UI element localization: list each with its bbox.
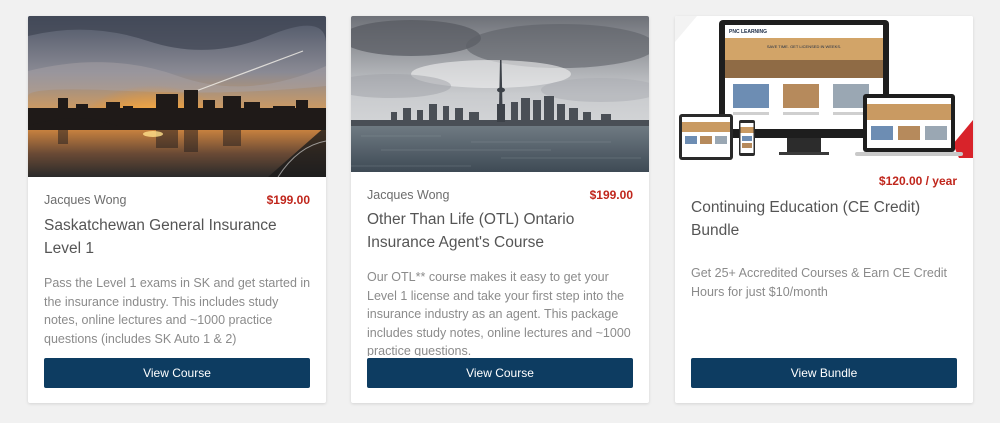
course-price: $199.00 [589, 188, 633, 202]
course-title[interactable]: Other Than Life (OTL) Ontario Insurance … [367, 208, 635, 254]
course-card-saskatchewan: Jacques Wong $199.00 Saskatchewan Genera… [28, 16, 326, 403]
course-card-otl-ontario: Jacques Wong $199.00 Other Than Life (OT… [351, 16, 649, 403]
view-bundle-button[interactable]: View Bundle [691, 358, 957, 388]
bundle-title[interactable]: Continuing Education (CE Credit) Bundle [691, 196, 959, 242]
course-image-saskatoon[interactable] [28, 16, 326, 177]
course-title[interactable]: Saskatchewan General Insurance Level 1 [44, 214, 312, 260]
bundle-price: $120.00 / year [878, 174, 957, 188]
mockup-brand: PNC LEARNING [729, 29, 767, 35]
course-price: $199.00 [266, 193, 310, 207]
course-author: Jacques Wong [367, 188, 450, 202]
course-image-toronto[interactable] [351, 16, 649, 172]
course-author: Jacques Wong [44, 193, 127, 207]
course-description: Our OTL** course makes it easy to get yo… [367, 270, 631, 356]
view-course-button[interactable]: View Course [44, 358, 310, 388]
bundle-card-ce-credit: PNC LEARNING SAVE TIME. GET LICENSED IN … [675, 16, 973, 403]
mockup-headline: SAVE TIME. GET LICENSED IN WEEKS. [767, 44, 841, 49]
course-description: Pass the Level 1 exams in SK and get sta… [44, 276, 311, 346]
bundle-description: Get 25+ Accredited Courses & Earn CE Cre… [691, 266, 948, 299]
view-course-button[interactable]: View Course [367, 358, 633, 388]
bundle-image-devices[interactable]: PNC LEARNING SAVE TIME. GET LICENSED IN … [675, 16, 973, 166]
